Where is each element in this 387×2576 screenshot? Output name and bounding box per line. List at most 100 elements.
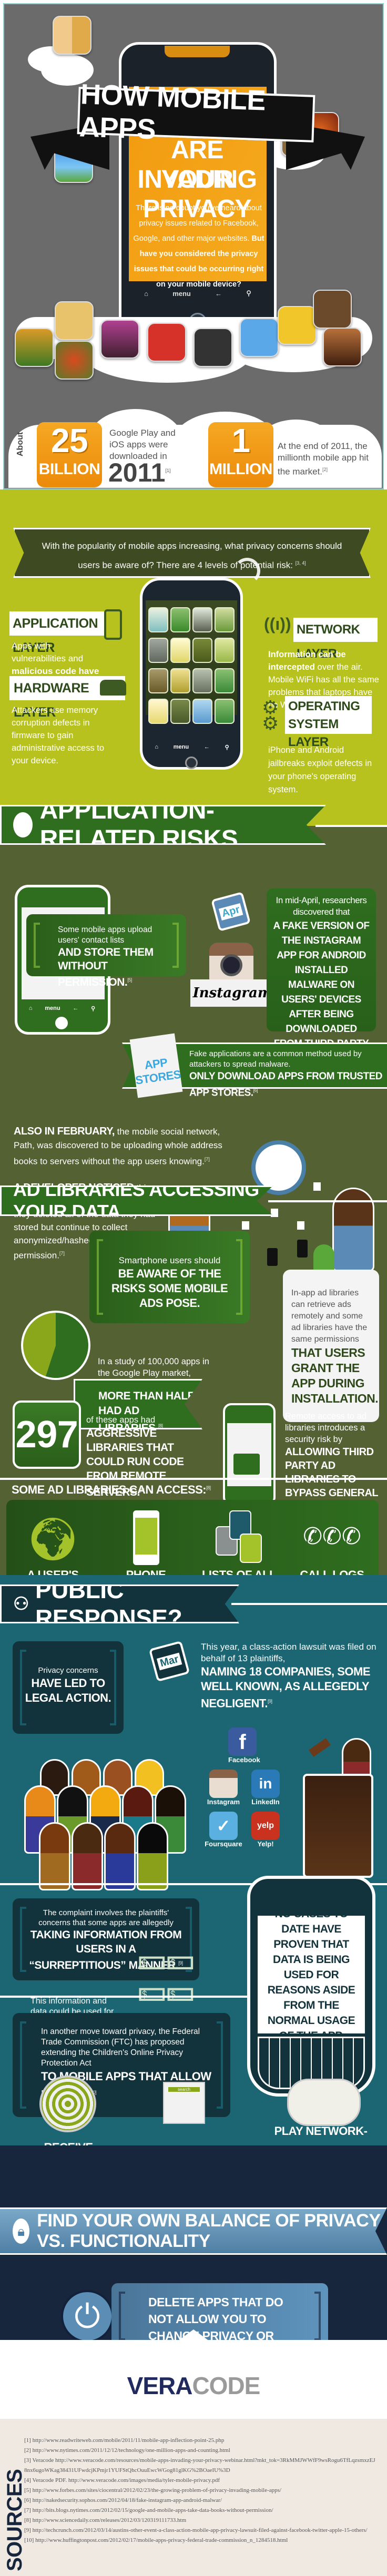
- calendar-april-icon: Apr: [211, 892, 251, 932]
- stat2-number: 1: [231, 422, 250, 459]
- remote-plain: Remote access to ad libraries introduces…: [285, 1412, 366, 1444]
- power-button-icon[interactable]: ⏻: [61, 2290, 114, 2343]
- source-item[interactable]: [8] http://www.sciencedaily.com/releases…: [24, 2516, 376, 2526]
- lawsuit-plain: This year, a class-action lawsuit was fi…: [201, 1642, 376, 1663]
- section-rule: [0, 1478, 387, 1480]
- app-grid: [148, 607, 238, 728]
- menu-button[interactable]: menu: [45, 1005, 60, 1012]
- contacts-phone-nav: ⌂ menu ← ⚲: [23, 1005, 101, 1012]
- app-icon-modern-combat: [323, 328, 362, 366]
- ad-libraries-banner: AD LIBRARIES ACCESSING YOUR DATA: [0, 1185, 273, 1216]
- gears-icon: ⚙ ⚙: [262, 697, 279, 734]
- layers-phone-nav: ⌂ menu ← ⚲: [147, 744, 237, 751]
- remote-phone: [223, 1403, 276, 1506]
- company-label: Facebook: [228, 1756, 260, 1764]
- veracode-logo: VERACODE: [0, 2371, 387, 2400]
- padlock-circle-icon: 🔒︎: [13, 2219, 30, 2244]
- company-yelp: yelp Yelp!: [247, 1812, 284, 1848]
- source-item[interactable]: [3] Veracode http://www.veracode.com/res…: [24, 2456, 376, 2476]
- layers-intro-text: With the popularity of mobile apps incre…: [42, 541, 342, 570]
- phone-speaker: [165, 46, 230, 57]
- stat1-year: 2011[1]: [108, 457, 171, 488]
- stat1-unit: BILLION: [38, 461, 100, 478]
- company-label: Instagram: [207, 1798, 240, 1806]
- ref-2: [2]: [322, 467, 328, 472]
- layers-phone-home-button[interactable]: [185, 757, 198, 769]
- os-layer-text: iPhone and Android jailbreaks exploit de…: [268, 745, 372, 794]
- source-item[interactable]: [6] http://nakedsecurity.sophos.com/2012…: [24, 2496, 376, 2506]
- source-item[interactable]: [5] http://www.forbes.com/sites/ciocentr…: [24, 2486, 376, 2496]
- stat2-unit: MILLION: [209, 461, 272, 478]
- calendar-month-apr: Apr: [218, 903, 243, 921]
- target-icon: [39, 2076, 96, 2132]
- world-map-pin-icon: 🌍︎: [26, 1516, 80, 1562]
- source-item[interactable]: [10] http://www.huffingtonpost.com/2012/…: [24, 2536, 376, 2546]
- ref-8d: [8]: [206, 1485, 211, 1490]
- inapp-clipboard: In-app ad libraries can retrieve ads rem…: [283, 1270, 379, 1422]
- foursquare-icon: ✓: [209, 1812, 238, 1840]
- source-item[interactable]: [9] http://techcrunch.com/2012/03/14/aus…: [24, 2526, 376, 2536]
- app-icon-train: [15, 328, 54, 367]
- hero-intro-plain: There is no doubt you've heard about pri…: [133, 204, 262, 243]
- company-instagram: Instagram: [205, 1770, 242, 1806]
- stat2-text: At the end of 2011, the millionth mobile…: [278, 441, 372, 478]
- app-icon-cut-the-rope: [55, 301, 94, 340]
- aggressive-plain: of these apps had: [86, 1415, 156, 1425]
- blackberry-phone: NO CASES TO DATE HAVE PROVEN THAT DATA I…: [247, 1876, 375, 2097]
- game-controller-icon: [287, 2079, 361, 2126]
- menu-button[interactable]: menu: [174, 744, 189, 751]
- april-plain: In mid-April, researchers discovered tha…: [276, 895, 367, 917]
- legal-plain: Privacy concerns: [38, 1666, 98, 1675]
- app-icon-world-of-goo: [278, 306, 317, 345]
- search-icon[interactable]: ⚲: [91, 1005, 95, 1012]
- hero-intro: There is no doubt you've heard about pri…: [133, 201, 264, 292]
- delete-apps-tip: DELETE APPS THAT DO NOT ALLOW YOU TO CHA…: [111, 2283, 328, 2359]
- blackberry-screen: NO CASES TO DATE HAVE PROVEN THAT DATA I…: [258, 1908, 365, 2042]
- app-icon-bejeweled: [194, 328, 232, 367]
- back-arrow-icon[interactable]: ←: [204, 744, 210, 751]
- inapp-plain: In-app ad libraries can retrieve ads rem…: [291, 1289, 368, 1344]
- contacts-plain: Some mobile apps upload users' contact l…: [58, 925, 152, 945]
- april-callout: In mid-April, researchers discovered tha…: [267, 888, 376, 1067]
- source-item[interactable]: [4] Veracode PDF. http://www.veracode.co…: [24, 2476, 376, 2486]
- source-item[interactable]: [7] http://bits.blogs.nytimes.com/2012/0…: [24, 2506, 376, 2516]
- home-icon[interactable]: ⌂: [155, 744, 158, 751]
- application-risks-banner: APPLICATION-RELATED RISKS: [0, 805, 326, 845]
- logo-part-code: CODE: [192, 2372, 260, 2399]
- ref-6b: [6]: [253, 1088, 258, 1093]
- instagram-icon: [209, 1770, 238, 1798]
- legal-bold: HAVE LED TO LEGAL ACTION.: [25, 1677, 111, 1704]
- study-text: In a study of 100,000 apps in the Google…: [98, 1357, 209, 1378]
- company-linkedin: in LinkedIn: [247, 1770, 284, 1806]
- home-icon[interactable]: ⌂: [29, 1005, 33, 1012]
- source-item[interactable]: [1] http://www.readwriteweb.com/mobile/2…: [24, 2436, 376, 2446]
- os-layer-title-line1: OPERATING: [288, 699, 360, 713]
- app-icon-avatar: [53, 16, 91, 55]
- stat1-year-value: 2011: [108, 458, 166, 487]
- lock-icon: [297, 1221, 304, 1230]
- fake-apps-text: Fake applications are a common method us…: [189, 1049, 384, 1100]
- app-icon-phase10: [147, 323, 186, 362]
- hero-title-line1: HOW MOBILE APPS: [77, 78, 315, 145]
- fake-apps-bold-text: ONLY DOWNLOAD APPS FROM TRUSTED APP STOR…: [189, 1071, 382, 1099]
- instagram-label: Instagram: [190, 979, 274, 1007]
- lawsuit-bold-text: NAMING 18 COMPANIES, SOME WELL KNOWN, AS…: [201, 1665, 371, 1710]
- judge-bench: [303, 1774, 373, 1878]
- lawsuit-bold: NAMING 18 COMPANIES, SOME WELL KNOWN, AS…: [201, 1664, 380, 1711]
- fake-apps-bold: ONLY DOWNLOAD APPS FROM TRUSTED APP STOR…: [189, 1070, 384, 1100]
- source-item[interactable]: [2] http://www.nytimes.com/2011/12/12/te…: [24, 2446, 376, 2456]
- calendar-march-icon: Mar: [148, 1640, 190, 1682]
- banner-rule: [231, 1603, 387, 1605]
- risk-layers-section: With the popularity of mobile apps incre…: [0, 489, 387, 826]
- no-cases-text: NO CASES TO DATE HAVE PROVEN THAT DATA I…: [267, 1907, 355, 2042]
- application-layer-title: APPLICATION LAYER: [9, 611, 105, 655]
- balance-section: 🔒︎ FIND YOUR OWN BALANCE OF PRIVACY VS. …: [0, 2145, 387, 2359]
- browser-search-icon: search: [163, 2082, 205, 2124]
- february-bold: ALSO IN FEBRUARY,: [14, 1126, 115, 1137]
- can-access-title-text: SOME AD LIBRARIES CAN ACCESS:: [12, 1483, 207, 1496]
- ftc-plain: In another move toward privacy, the Fede…: [41, 2027, 200, 2068]
- fake-apps-plain: Fake applications are a common method us…: [189, 1049, 362, 1069]
- search-icon[interactable]: ⚲: [225, 744, 229, 751]
- back-arrow-icon[interactable]: ←: [73, 1005, 78, 1012]
- company-foursquare: ✓ Foursquare: [200, 1812, 247, 1848]
